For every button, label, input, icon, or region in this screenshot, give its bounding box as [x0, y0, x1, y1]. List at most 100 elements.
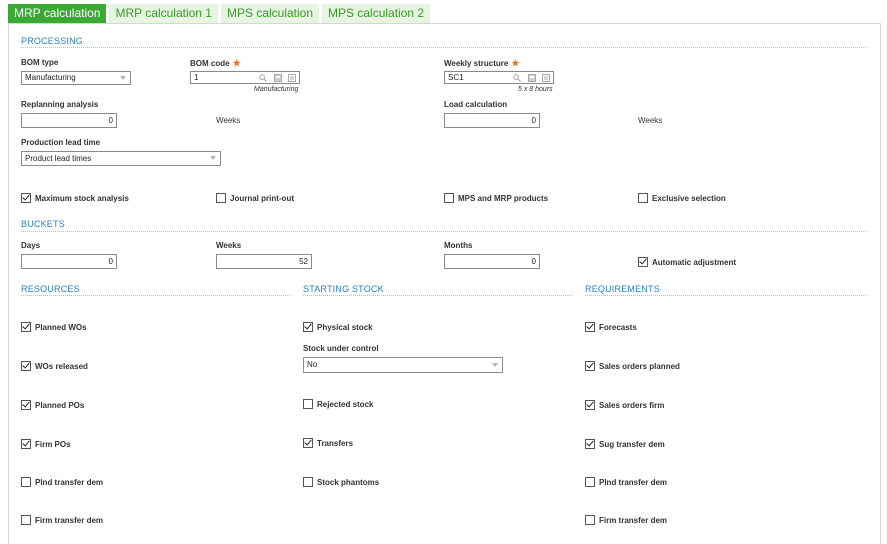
- check-label: Planned POs: [35, 400, 85, 410]
- list-icon[interactable]: [542, 74, 550, 82]
- check-wos-released[interactable]: WOs released: [21, 361, 88, 371]
- bom-type-label: BOM type: [21, 58, 59, 67]
- check-plnd-transfer-dem[interactable]: Plnd transfer dem: [21, 477, 103, 487]
- check-label: Maximum stock analysis: [35, 193, 129, 203]
- check-exclusive[interactable]: Exclusive selection: [638, 193, 726, 203]
- bom-code-label: BOM code ★: [190, 58, 241, 69]
- check-stock-phantoms[interactable]: Stock phantoms: [303, 477, 379, 487]
- bom-type-select[interactable]: Manufacturing: [21, 71, 131, 85]
- replanning-field[interactable]: 0: [21, 113, 117, 128]
- search-icon[interactable]: [513, 74, 521, 82]
- check-label: Forecasts: [599, 322, 637, 332]
- check-label: Rejected stock: [317, 399, 374, 409]
- prod-lead-select[interactable]: Product lead times: [21, 151, 221, 166]
- check-label: Journal print-out: [230, 193, 294, 203]
- checkbox[interactable]: [444, 193, 454, 203]
- stock-under-control-label: Stock under control: [303, 344, 379, 353]
- checkbox[interactable]: [216, 193, 226, 203]
- bom-type-value: Manufacturing: [25, 73, 76, 82]
- check-transfers[interactable]: Transfers: [303, 438, 353, 448]
- check-auto-adjust[interactable]: Automatic adjustment: [638, 257, 736, 267]
- check-label: Sales orders planned: [599, 361, 680, 371]
- chevron-down-icon: [120, 76, 126, 80]
- section-title-starting-stock: STARTING STOCK: [303, 284, 384, 294]
- replanning-label: Replanning analysis: [21, 100, 99, 109]
- check-sales-orders-planned[interactable]: Sales orders planned: [585, 361, 680, 371]
- checkbox[interactable]: [303, 399, 313, 409]
- check-mps-mrp[interactable]: MPS and MRP products: [444, 193, 548, 203]
- check-forecasts[interactable]: Forecasts: [585, 322, 637, 332]
- check-label: Firm transfer dem: [35, 515, 104, 525]
- section-divider: [303, 295, 572, 296]
- check-journal[interactable]: Journal print-out: [216, 193, 294, 203]
- checkbox[interactable]: [303, 438, 313, 448]
- check-plnd-transfer-dem-req[interactable]: Plnd transfer dem: [585, 477, 667, 487]
- checkbox[interactable]: [638, 257, 648, 267]
- check-label: MPS and MRP products: [458, 193, 549, 203]
- section-divider: [585, 295, 866, 296]
- checkbox[interactable]: [585, 477, 595, 487]
- check-planned-wos[interactable]: Planned WOs: [21, 322, 87, 332]
- check-label: Sug transfer dem: [599, 439, 665, 449]
- check-rejected-stock[interactable]: Rejected stock: [303, 399, 373, 409]
- section-divider: [21, 231, 866, 232]
- checkbox[interactable]: [585, 400, 595, 410]
- stock-under-control-select[interactable]: No: [303, 357, 503, 373]
- tab-mrp-calculation[interactable]: MRP calculation: [8, 4, 107, 23]
- checkbox[interactable]: [21, 322, 31, 332]
- checkbox[interactable]: [638, 193, 648, 203]
- check-max-stock[interactable]: Maximum stock analysis: [21, 193, 129, 203]
- check-label: Plnd transfer dem: [599, 477, 668, 487]
- section-title-buckets: BUCKETS: [21, 219, 65, 229]
- link-icon[interactable]: [528, 74, 536, 82]
- checkbox[interactable]: [585, 361, 595, 371]
- load-calc-field[interactable]: 0: [444, 113, 540, 128]
- check-label: Transfers: [317, 438, 354, 448]
- weeks-field[interactable]: 52: [216, 254, 312, 269]
- weekly-structure-label-text: Weekly structure: [444, 59, 509, 68]
- tab-mps-calculation-2[interactable]: MPS calculation 2: [322, 4, 431, 23]
- days-label: Days: [21, 241, 41, 250]
- prod-lead-label: Production lead time: [21, 138, 101, 147]
- bom-code-hint: Manufacturing: [254, 86, 299, 93]
- checkbox[interactable]: [21, 193, 31, 203]
- months-field[interactable]: 0: [444, 254, 540, 269]
- check-label: Firm transfer dem: [599, 515, 668, 525]
- checkbox[interactable]: [21, 477, 31, 487]
- checkbox[interactable]: [303, 322, 313, 332]
- bom-code-field[interactable]: 1: [190, 71, 300, 84]
- section-divider: [21, 295, 290, 296]
- check-firm-pos[interactable]: Firm POs: [21, 439, 71, 449]
- check-label: WOs released: [35, 361, 88, 371]
- tab-mps-calculation[interactable]: MPS calculation: [220, 4, 320, 23]
- months-label: Months: [444, 241, 473, 250]
- replanning-unit: Weeks: [216, 116, 241, 125]
- check-sug-transfer-dem[interactable]: Sug transfer dem: [585, 439, 665, 449]
- checkbox[interactable]: [585, 322, 595, 332]
- list-icon[interactable]: [288, 74, 296, 82]
- check-label: Physical stock: [317, 322, 373, 332]
- check-physical-stock[interactable]: Physical stock: [303, 322, 373, 332]
- days-field[interactable]: 0: [21, 254, 117, 269]
- search-icon[interactable]: [259, 74, 267, 82]
- checkbox[interactable]: [585, 439, 595, 449]
- bom-code-value: 1: [194, 73, 199, 82]
- required-star-icon: ★: [511, 58, 520, 68]
- check-label: Stock phantoms: [317, 477, 380, 487]
- checkbox[interactable]: [21, 361, 31, 371]
- chevron-down-icon: [492, 363, 498, 367]
- link-icon[interactable]: [274, 74, 282, 82]
- checkbox[interactable]: [21, 439, 31, 449]
- weekly-structure-field[interactable]: SC1: [444, 71, 554, 84]
- checkbox[interactable]: [21, 400, 31, 410]
- check-sales-orders-firm[interactable]: Sales orders firm: [585, 400, 664, 410]
- check-label: Firm POs: [35, 439, 71, 449]
- chevron-down-icon: [210, 156, 216, 160]
- check-planned-pos[interactable]: Planned POs: [21, 400, 84, 410]
- load-calc-unit: Weeks: [638, 116, 663, 125]
- check-label: Plnd transfer dem: [35, 477, 104, 487]
- load-calc-label: Load calculation: [444, 100, 508, 109]
- tab-mrp-calculation-1[interactable]: MRP calculation 1: [109, 4, 218, 23]
- prod-lead-value: Product lead times: [25, 154, 92, 163]
- checkbox[interactable]: [303, 477, 313, 487]
